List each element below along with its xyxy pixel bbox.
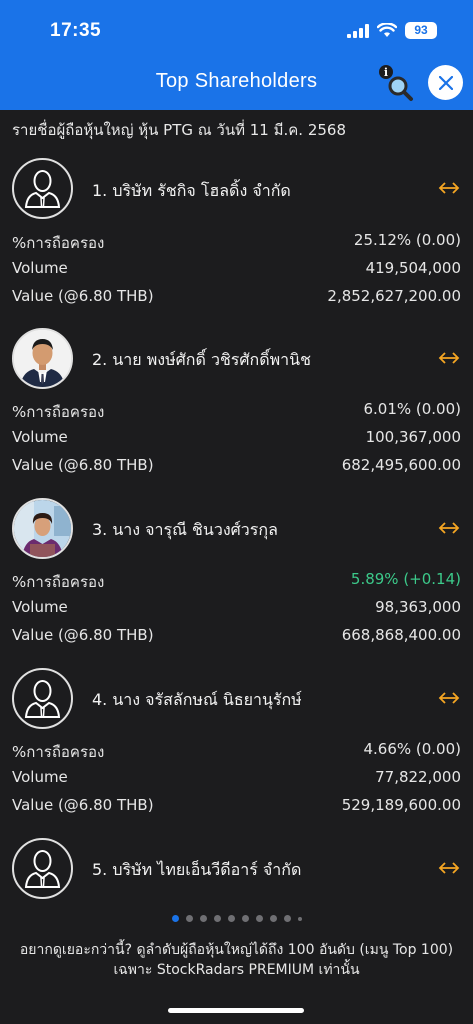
page-indicator[interactable] — [0, 915, 473, 922]
volume-label: Volume — [12, 428, 68, 446]
wifi-icon — [377, 23, 397, 37]
avatar-photo — [12, 328, 73, 389]
expand-arrows-icon[interactable] — [437, 860, 461, 876]
status-bar: 17:35 93 — [0, 0, 473, 60]
holding-value: 25.12% (0.00) — [353, 231, 461, 249]
shareholder-name: 3. นาง จารุณี ชินวงศ์วรกุล — [92, 520, 278, 539]
volume-value: 77,822,000 — [375, 768, 461, 786]
value-label: Value (@6.80 THB) — [12, 626, 154, 644]
magnifier-info-icon: i — [379, 65, 413, 101]
volume-value: 100,367,000 — [365, 428, 461, 446]
volume-value: 419,504,000 — [365, 259, 461, 277]
value-amount: 682,495,600.00 — [341, 456, 461, 474]
search-info-button[interactable]: i — [376, 62, 416, 102]
shareholder-card: 1. บริษัท รัชกิจ โฮลดิ้ง จำกัด %การถือคร… — [0, 158, 473, 308]
person-photo-icon — [14, 500, 71, 557]
person-placeholder-icon — [24, 850, 61, 889]
avatar — [12, 158, 73, 219]
page-dot[interactable] — [213, 915, 221, 922]
list-subtitle: รายชื่อผู้ถือหุ้นใหญ่ หุ้น PTG ณ วันที่ … — [12, 121, 347, 139]
value-label: Value (@6.80 THB) — [12, 456, 154, 474]
page-dot[interactable] — [227, 915, 235, 922]
person-photo-icon — [14, 330, 71, 387]
avatar-photo — [12, 498, 73, 559]
page-dot[interactable] — [269, 915, 277, 922]
shareholder-name: 1. บริษัท รัชกิจ โฮลดิ้ง จำกัด — [92, 181, 291, 200]
status-icons: 93 — [347, 22, 437, 39]
shareholder-card: 5. บริษัท ไทยเอ็นวีดีอาร์ จำกัด — [0, 838, 473, 902]
value-amount: 2,852,627,200.00 — [327, 287, 461, 305]
home-indicator — [168, 1008, 304, 1013]
shareholder-card: 2. นาย พงษ์ศักดิ์ วชิรศักดิ์พานิช %การถื… — [0, 328, 473, 478]
volume-value: 98,363,000 — [375, 598, 461, 616]
person-placeholder-icon — [24, 680, 61, 719]
value-amount: 668,868,400.00 — [341, 626, 461, 644]
page-dot[interactable] — [241, 915, 249, 922]
page-dot[interactable] — [283, 915, 291, 922]
avatar — [12, 668, 73, 729]
battery-icon: 93 — [405, 22, 437, 39]
premium-note-line2: เฉพาะ StockRadars PREMIUM เท่านั้น — [113, 962, 360, 978]
svg-text:i: i — [384, 66, 388, 79]
page-dot[interactable] — [199, 915, 207, 922]
volume-label: Volume — [12, 768, 68, 786]
page-dot[interactable] — [255, 915, 263, 922]
page-dot[interactable] — [185, 915, 193, 922]
avatar — [12, 838, 73, 899]
shareholder-card: 4. นาง จรัสลักษณ์ นิธยานุรักษ์ %การถือคร… — [0, 668, 473, 818]
volume-label: Volume — [12, 259, 68, 277]
volume-label: Volume — [12, 598, 68, 616]
app-header: 17:35 93 Top Shareholders i — [0, 0, 473, 110]
holding-label: %การถือครอง — [12, 403, 105, 421]
expand-arrows-icon[interactable] — [437, 350, 461, 366]
holding-label: %การถือครอง — [12, 234, 105, 252]
premium-note-line1: อยากดูเยอะกว่านี้? ดูลำดับผู้ถือหุ้นใหญ่… — [19, 942, 454, 958]
value-label: Value (@6.80 THB) — [12, 287, 154, 305]
holding-value: 5.89% (+0.14) — [350, 570, 461, 588]
holding-value: 4.66% (0.00) — [363, 740, 461, 758]
person-placeholder-icon — [24, 170, 61, 209]
holding-label: %การถือครอง — [12, 743, 105, 761]
shareholder-card: 3. นาง จารุณี ชินวงศ์วรกุล %การถือครอง 5… — [0, 498, 473, 648]
close-icon — [438, 75, 453, 90]
expand-arrows-icon[interactable] — [437, 520, 461, 536]
page-dot[interactable] — [297, 916, 302, 921]
value-amount: 529,189,600.00 — [341, 796, 461, 814]
expand-arrows-icon[interactable] — [437, 180, 461, 196]
status-time: 17:35 — [50, 20, 102, 41]
shareholder-name: 5. บริษัท ไทยเอ็นวีดีอาร์ จำกัด — [92, 860, 302, 879]
expand-arrows-icon[interactable] — [437, 690, 461, 706]
holding-label: %การถือครอง — [12, 573, 105, 591]
shareholder-name: 2. นาย พงษ์ศักดิ์ วชิรศักดิ์พานิช — [92, 350, 311, 369]
close-button[interactable] — [428, 65, 463, 100]
signal-icon — [347, 23, 369, 38]
premium-note[interactable]: อยากดูเยอะกว่านี้? ดูลำดับผู้ถือหุ้นใหญ่… — [10, 940, 463, 980]
value-label: Value (@6.80 THB) — [12, 796, 154, 814]
shareholder-name: 4. นาง จรัสลักษณ์ นิธยานุรักษ์ — [92, 690, 302, 709]
holding-value: 6.01% (0.00) — [363, 400, 461, 418]
page-dot[interactable] — [171, 915, 179, 922]
